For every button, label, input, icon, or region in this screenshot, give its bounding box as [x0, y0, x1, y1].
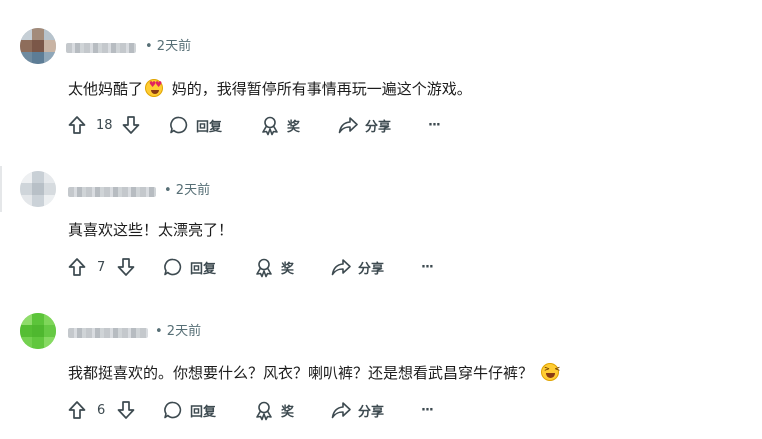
reply-label: 回复: [190, 404, 217, 420]
avatar[interactable]: [20, 313, 56, 349]
comment-text: 真喜欢这些！太漂亮了！: [68, 221, 234, 239]
username[interactable]: [66, 43, 136, 53]
upvote-button[interactable]: [66, 255, 88, 279]
award-label: 奖: [287, 119, 301, 135]
share-label: 分享: [365, 119, 392, 135]
speech-bubble-icon: [170, 116, 188, 134]
share-arrow-icon: [338, 117, 358, 134]
arrow-down-icon: [117, 401, 135, 419]
heart-eyes-emoji-icon: [145, 79, 164, 97]
avatar[interactable]: [20, 28, 56, 64]
arrow-up-icon: [68, 258, 86, 276]
comment-actions: 7 回复 奖 分享 ···: [0, 255, 762, 279]
award-label: 奖: [281, 261, 295, 277]
laughing-emoji-icon: [541, 363, 561, 381]
more-options-button[interactable]: ···: [428, 113, 441, 137]
ellipsis-icon: ···: [428, 117, 441, 133]
upvote-button[interactable]: [66, 113, 88, 137]
comment: • 2天前 太他妈酷了 妈的，我得暂停所有事情再玩一遍这个游戏。 18 回复 奖…: [0, 0, 762, 145]
downvote-button[interactable]: [115, 255, 137, 279]
vote-count: 18: [96, 117, 113, 133]
comment-body: 真喜欢这些！太漂亮了！: [68, 219, 233, 241]
award-button[interactable]: 奖: [259, 113, 300, 137]
comment-actions: 18 回复 奖 分享 ···: [0, 113, 762, 137]
comment: • 2天前 真喜欢这些！太漂亮了！ 7 回复 奖 分享 ···: [0, 145, 762, 287]
share-label: 分享: [358, 261, 385, 277]
ellipsis-icon: ···: [421, 402, 434, 418]
comment: • 2天前 我都挺喜欢的。你想要什么？风衣？喇叭裤？还是想看武昌穿牛仔裤？ 6 …: [0, 287, 762, 439]
vote-count: 6: [97, 402, 106, 418]
username[interactable]: [68, 328, 148, 338]
avatar[interactable]: [20, 171, 56, 207]
reply-button[interactable]: 回复: [162, 398, 216, 422]
award-button[interactable]: 奖: [253, 255, 294, 279]
reply-label: 回复: [196, 119, 223, 135]
share-arrow-icon: [331, 402, 351, 419]
share-button[interactable]: 分享: [337, 113, 391, 137]
reply-button[interactable]: 回复: [162, 255, 216, 279]
share-arrow-icon: [331, 259, 351, 276]
more-options-button[interactable]: ···: [421, 255, 434, 279]
award-ribbon-icon: [262, 116, 278, 136]
comment-text: 妈的，我得暂停所有事情再玩一遍这个游戏。: [167, 80, 472, 98]
award-ribbon-icon: [256, 258, 272, 278]
ellipsis-icon: ···: [421, 259, 434, 275]
comment-actions: 6 回复 奖 分享 ···: [0, 398, 762, 422]
speech-bubble-icon: [164, 258, 182, 276]
timestamp: • 2天前: [155, 324, 202, 339]
arrow-up-icon: [68, 401, 86, 419]
share-button[interactable]: 分享: [330, 255, 384, 279]
award-label: 奖: [281, 404, 295, 420]
comment-text: 太他妈酷了: [68, 80, 144, 98]
award-ribbon-icon: [256, 401, 272, 421]
vote-count: 7: [97, 259, 106, 275]
timestamp: • 2天前: [164, 183, 211, 198]
speech-bubble-icon: [164, 401, 182, 419]
arrow-down-icon: [117, 258, 135, 276]
comment-body: 太他妈酷了 妈的，我得暂停所有事情再玩一遍这个游戏。: [68, 78, 472, 100]
downvote-button[interactable]: [115, 398, 137, 422]
reply-label: 回复: [190, 261, 217, 277]
timestamp: • 2天前: [145, 39, 192, 54]
comment-body: 我都挺喜欢的。你想要什么？风衣？喇叭裤？还是想看武昌穿牛仔裤？: [68, 362, 561, 384]
arrow-down-icon: [122, 116, 140, 134]
share-button[interactable]: 分享: [330, 398, 384, 422]
award-button[interactable]: 奖: [253, 398, 294, 422]
downvote-button[interactable]: [120, 113, 142, 137]
username[interactable]: [68, 187, 156, 197]
reply-button[interactable]: 回复: [168, 113, 222, 137]
upvote-button[interactable]: [66, 398, 88, 422]
more-options-button[interactable]: ···: [421, 398, 434, 422]
arrow-up-icon: [68, 116, 86, 134]
share-label: 分享: [358, 404, 385, 420]
comment-text: 我都挺喜欢的。你想要什么？风衣？喇叭裤？还是想看武昌穿牛仔裤？: [68, 364, 534, 382]
